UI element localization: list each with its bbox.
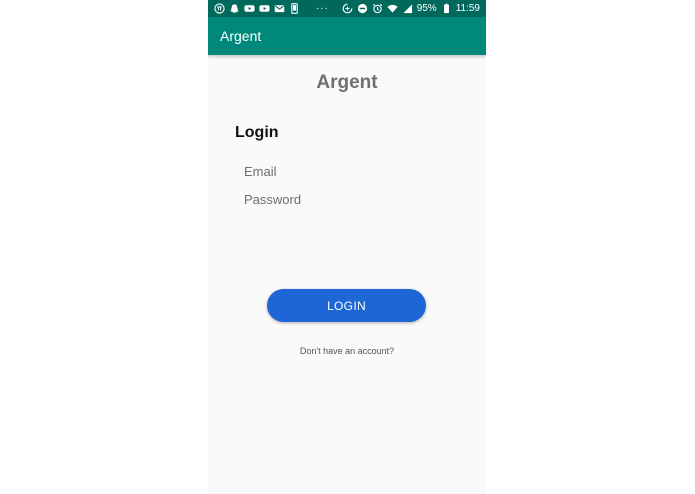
data-saver-icon [342, 3, 353, 14]
phone-screen: ··· 95% 11:59 Argent Argent Login Email … [208, 0, 486, 494]
battery-percent: 95% [416, 2, 437, 14]
phone-device-icon [289, 3, 300, 14]
do-not-disturb-icon [357, 3, 368, 14]
password-field[interactable] [244, 188, 454, 210]
signal-icon [402, 3, 413, 14]
status-bar-system: 95% 11:59 [342, 3, 486, 14]
snapchat-icon [229, 3, 240, 14]
battery-icon [441, 3, 452, 14]
status-time: 11:59 [455, 2, 480, 14]
login-button[interactable]: LOGIN [267, 289, 426, 322]
login-heading: Login [235, 124, 279, 141]
pi-icon [214, 3, 225, 14]
alarm-icon [372, 3, 383, 14]
status-bar-notifications: ··· [208, 3, 329, 14]
app-bar: Argent [208, 17, 486, 55]
status-bar: ··· 95% 11:59 [208, 0, 486, 17]
brand-title: Argent [316, 72, 378, 93]
more-notifications-indicator: ··· [316, 2, 329, 14]
gmail-icon [274, 3, 285, 14]
signup-link[interactable]: Don't have an account? [208, 346, 486, 356]
screen-stage: ··· 95% 11:59 Argent Argent Login Email … [0, 0, 695, 494]
youtube-icon [244, 3, 255, 14]
app-bar-title: Argent [220, 28, 262, 44]
email-field[interactable] [244, 160, 454, 182]
youtube-icon [259, 3, 270, 14]
wifi-icon [387, 3, 398, 14]
